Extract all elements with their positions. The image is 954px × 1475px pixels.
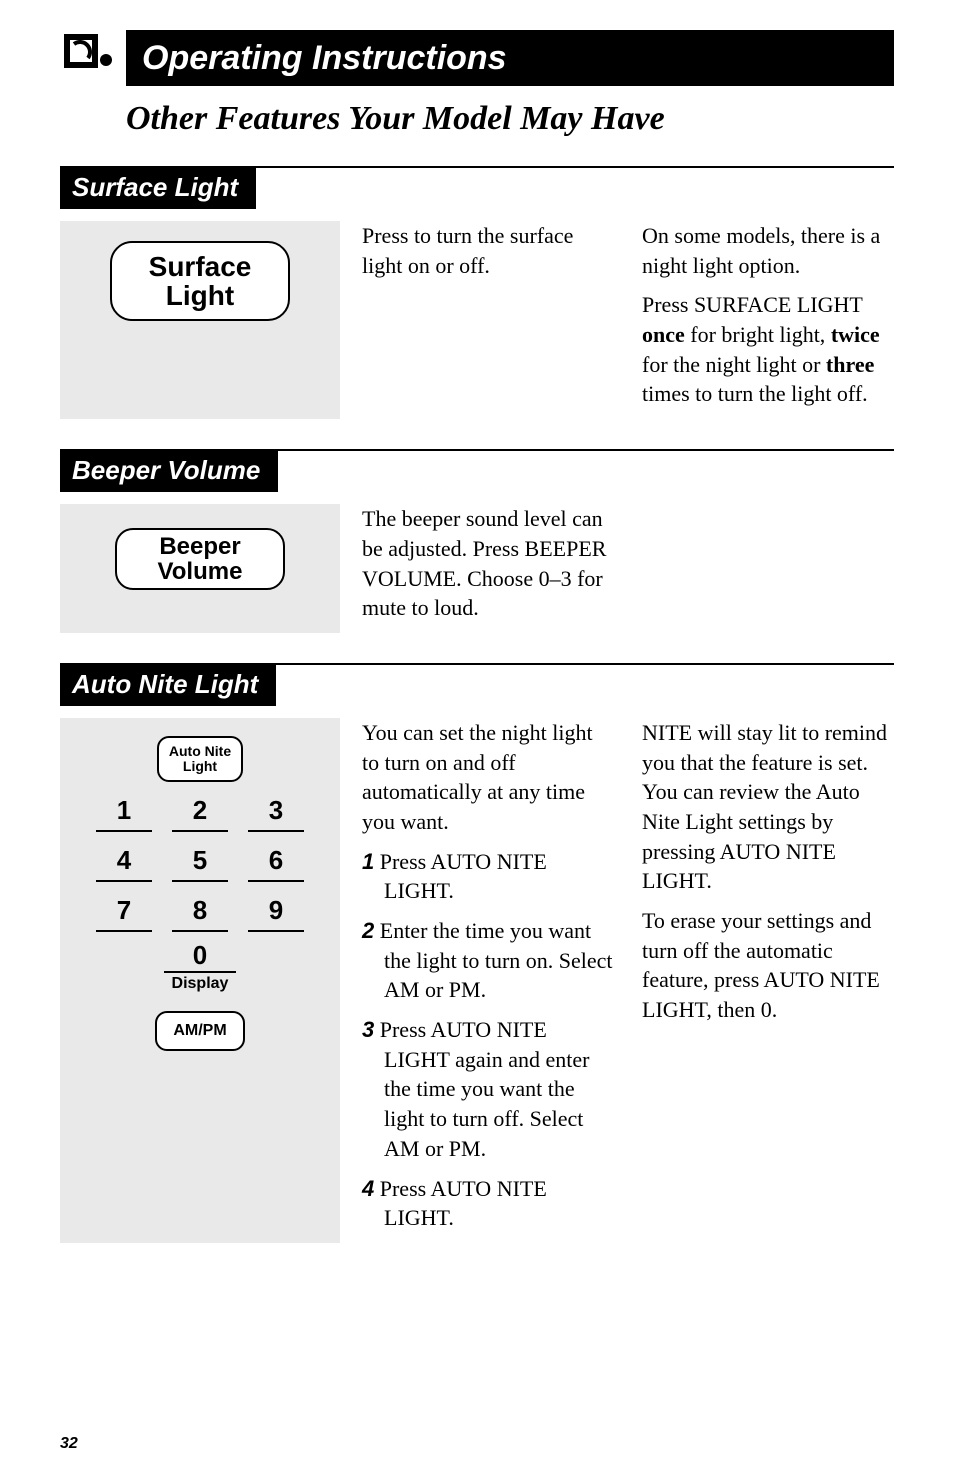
t: three (826, 352, 874, 377)
keypad-2[interactable]: 2 (172, 792, 228, 832)
beeper-panel: Beeper Volume (60, 504, 340, 633)
step-4: 4 Press AUTO NITE LIGHT. (362, 1174, 614, 1233)
autonite-col2a: NITE will stay lit to remind you that th… (642, 718, 894, 896)
keypad-8[interactable]: 8 (172, 892, 228, 932)
t: Press AUTO NITE LIGHT. (380, 1176, 547, 1231)
autonite-intro: You can set the night light to turn on a… (362, 718, 614, 837)
surface-light-col2b: Press SURFACE LIGHT once for bright ligh… (642, 290, 894, 409)
autonite-btn-line2: Light (183, 759, 217, 774)
t: times to turn the light off. (642, 381, 868, 406)
beeper-col1: The beeper sound level can be adjusted. … (362, 504, 614, 623)
autonite-col2b: To erase your settings and turn off the … (642, 906, 894, 1025)
step-2: 2 Enter the time you want the light to t… (362, 916, 614, 1005)
step-3: 3 Press AUTO NITE LIGHT again and enter … (362, 1015, 614, 1163)
t: for bright light, (685, 322, 831, 347)
keypad-6[interactable]: 6 (248, 842, 304, 882)
ampm-button[interactable]: AM/PM (155, 1011, 245, 1051)
beeper-button-line1: Beeper (159, 534, 240, 559)
t: Press AUTO NITE LIGHT again and enter th… (380, 1017, 590, 1161)
surface-light-panel: Surface Light (60, 221, 340, 419)
title-text: Operating Instructions (142, 39, 507, 78)
surface-light-col1: Press to turn the surface light on or of… (362, 221, 614, 280)
keypad-3[interactable]: 3 (248, 792, 304, 832)
t: Press SURFACE LIGHT (642, 292, 862, 317)
autonite-panel: Auto Nite Light 1 2 3 4 5 6 7 8 9 0 Disp… (60, 718, 340, 1243)
t: Enter the time you want the light to tur… (380, 918, 613, 1002)
t: twice (831, 322, 880, 347)
surface-light-button[interactable]: Surface Light (110, 241, 290, 321)
keypad-4[interactable]: 4 (96, 842, 152, 882)
display-label: Display (164, 971, 236, 993)
step-1: 1 Press AUTO NITE LIGHT. (362, 847, 614, 906)
n: 3 (362, 1017, 374, 1042)
page-subtitle: Other Features Your Model May Have (126, 100, 894, 138)
n: 4 (362, 1176, 374, 1201)
section-heading-autonite: Auto Nite Light (60, 663, 276, 706)
section-heading-surface-light: Surface Light (60, 166, 256, 209)
page-number: 32 (60, 1435, 78, 1453)
keypad-7[interactable]: 7 (96, 892, 152, 932)
surface-light-button-line1: Surface (149, 252, 252, 281)
section-heading-beeper: Beeper Volume (60, 449, 278, 492)
t: once (642, 322, 685, 347)
beeper-button-line2: Volume (158, 559, 243, 584)
autonite-btn-line1: Auto Nite (169, 744, 231, 759)
keypad-0[interactable]: 0 (172, 940, 228, 971)
surface-light-col2a: On some models, there is a night light o… (642, 221, 894, 280)
beeper-volume-button[interactable]: Beeper Volume (115, 528, 285, 590)
n: 2 (362, 918, 374, 943)
keypad-9[interactable]: 9 (248, 892, 304, 932)
title-bar: Operating Instructions (126, 30, 894, 86)
t: Press AUTO NITE LIGHT. (380, 849, 547, 904)
surface-light-button-line2: Light (166, 281, 234, 310)
t: for the night light or (642, 352, 826, 377)
appliance-icon (60, 30, 120, 86)
autonite-steps: 1 Press AUTO NITE LIGHT. 2 Enter the tim… (362, 847, 614, 1233)
auto-nite-light-button[interactable]: Auto Nite Light (157, 736, 243, 782)
keypad-1[interactable]: 1 (96, 792, 152, 832)
keypad-5[interactable]: 5 (172, 842, 228, 882)
number-keypad: 1 2 3 4 5 6 7 8 9 (96, 792, 304, 932)
n: 1 (362, 849, 374, 874)
